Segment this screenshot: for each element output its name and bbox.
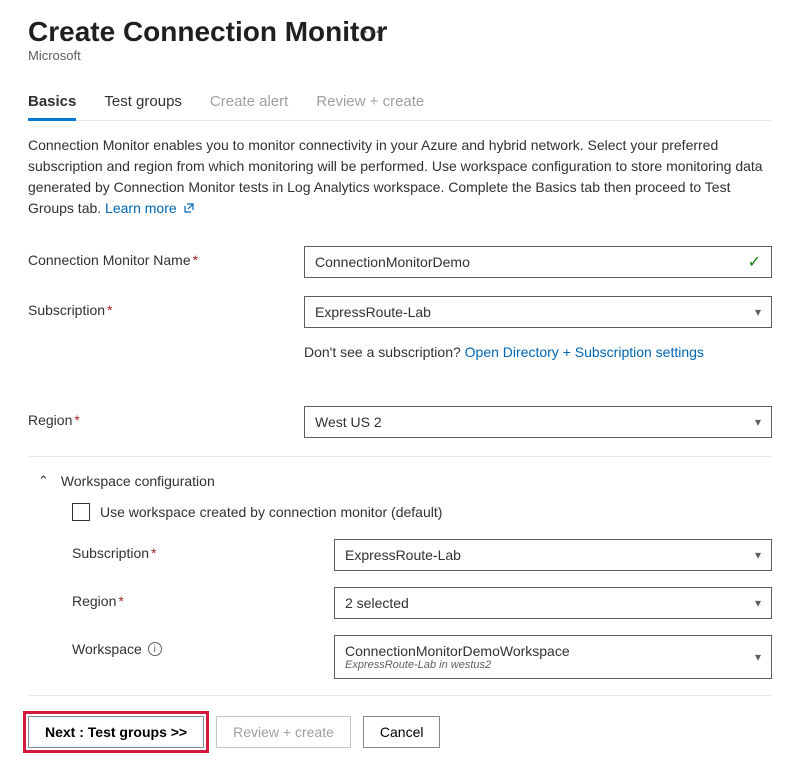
chevron-down-icon: ▾ [755, 596, 761, 610]
subscription-select[interactable]: ExpressRoute-Lab ▾ [304, 296, 772, 328]
page-title: Create Connection Monitor [28, 16, 772, 48]
ws-subscription-select[interactable]: ExpressRoute-Lab ▾ [334, 539, 772, 571]
chevron-down-icon: ▾ [755, 650, 761, 664]
ws-subscription-label: Subscription* [72, 539, 334, 561]
check-icon: ✓ [748, 252, 761, 272]
chevron-down-icon: ▾ [755, 548, 761, 562]
name-input-value: ConnectionMonitorDemo [315, 254, 470, 270]
ws-region-value: 2 selected [345, 595, 409, 611]
chevron-up-icon: ⌃ [38, 473, 49, 489]
subscription-hint: Don't see a subscription? Open Directory… [304, 344, 772, 360]
cancel-button[interactable]: Cancel [363, 716, 441, 748]
learn-more-link[interactable]: Learn more [105, 200, 194, 216]
ws-workspace-select[interactable]: ConnectionMonitorDemoWorkspace ExpressRo… [334, 635, 772, 679]
name-input[interactable]: ConnectionMonitorDemo ✓ [304, 246, 772, 278]
ws-region-select[interactable]: 2 selected ▾ [334, 587, 772, 619]
open-directory-link[interactable]: Open Directory + Subscription settings [465, 344, 704, 360]
tabs: Basics Test groups Create alert Review +… [28, 85, 772, 121]
ws-workspace-value: ConnectionMonitorDemoWorkspace [345, 643, 570, 659]
subscription-value: ExpressRoute-Lab [315, 304, 431, 320]
more-menu-icon[interactable]: ··· [363, 24, 382, 42]
workspace-config-toggle[interactable]: ⌃ Workspace configuration [28, 473, 772, 489]
external-link-icon [183, 199, 195, 220]
region-select[interactable]: West US 2 ▾ [304, 406, 772, 438]
tab-create-alert: Create alert [210, 85, 288, 120]
page-subtitle: Microsoft [28, 48, 772, 63]
chevron-down-icon: ▾ [755, 415, 761, 429]
ws-workspace-label: Workspace i [72, 635, 334, 657]
chevron-down-icon: ▾ [755, 305, 761, 319]
intro-text: Connection Monitor enables you to monito… [28, 135, 772, 220]
ws-subscription-value: ExpressRoute-Lab [345, 547, 461, 563]
divider [28, 456, 772, 457]
region-value: West US 2 [315, 414, 382, 430]
use-workspace-checkbox[interactable] [72, 503, 90, 521]
review-create-button: Review + create [216, 716, 351, 748]
name-label: Connection Monitor Name* [28, 246, 304, 268]
info-icon[interactable]: i [148, 642, 162, 656]
tab-basics[interactable]: Basics [28, 85, 76, 121]
region-label: Region* [28, 406, 304, 428]
next-button[interactable]: Next : Test groups >> [28, 716, 204, 748]
footer: Next : Test groups >> Review + create Ca… [28, 695, 772, 748]
ws-workspace-sub: ExpressRoute-Lab in westus2 [345, 659, 570, 671]
tab-review-create: Review + create [316, 85, 424, 120]
subscription-label: Subscription* [28, 296, 304, 318]
ws-region-label: Region* [72, 587, 334, 609]
workspace-section-title: Workspace configuration [61, 473, 215, 489]
tab-test-groups[interactable]: Test groups [104, 85, 182, 120]
use-workspace-label: Use workspace created by connection moni… [100, 504, 442, 520]
